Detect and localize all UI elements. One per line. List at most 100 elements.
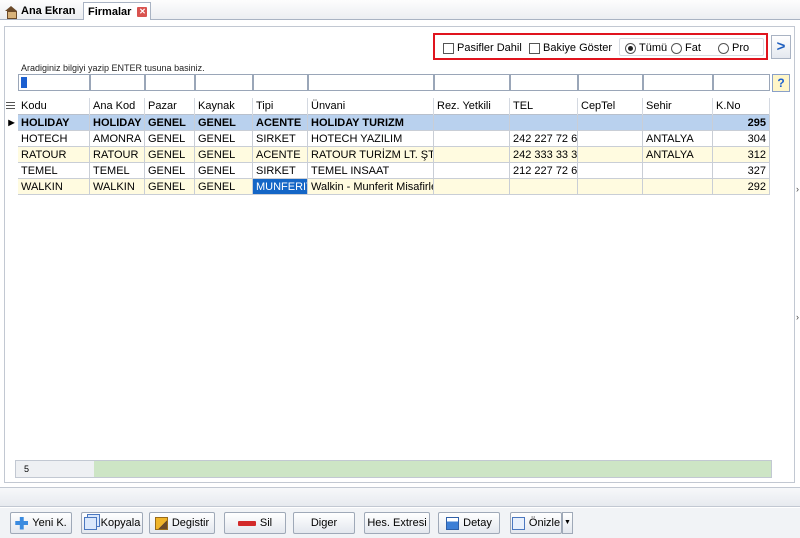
table-cell[interactable]: AMONRA — [90, 131, 145, 147]
kopyala-button[interactable]: Kopyala — [81, 512, 143, 534]
table-cell[interactable]: Walkin - Munferit Misafirler — [308, 179, 434, 195]
table-cell[interactable] — [643, 115, 713, 131]
detay-button[interactable]: Detay — [438, 512, 500, 534]
table-row[interactable]: TEMEL TEMEL GENEL GENEL SIRKET TEMEL INSAAT 21… — [18, 163, 770, 179]
table-cell[interactable] — [434, 179, 510, 195]
filter-input-pazar[interactable] — [145, 74, 195, 91]
table-cell[interactable]: MUNFERIT — [253, 179, 308, 195]
table-cell[interactable]: RATOUR TURİZM LT. ŞTİ — [308, 147, 434, 163]
column-header[interactable]: Pazar — [145, 98, 195, 115]
table-cell[interactable]: 304 — [713, 131, 770, 147]
table-cell[interactable]: GENEL — [195, 147, 253, 163]
column-header[interactable]: Kaynak — [195, 98, 253, 115]
önizle-button[interactable]: Önizle — [510, 512, 562, 534]
table-cell[interactable]: ANTALYA — [643, 147, 713, 163]
filter-input-ünvani[interactable] — [308, 74, 434, 91]
column-header[interactable]: Ana Kod — [90, 98, 145, 115]
table-cell[interactable]: RATOUR — [18, 147, 90, 163]
filter-input-kodu[interactable] — [18, 74, 90, 91]
table-cell[interactable]: SIRKET — [253, 163, 308, 179]
table-cell[interactable]: GENEL — [145, 115, 195, 131]
table-cell[interactable]: TEMEL — [18, 163, 90, 179]
next-button[interactable]: > — [771, 35, 791, 59]
diger-button[interactable]: Diger — [293, 512, 355, 534]
table-cell[interactable]: ANTALYA — [643, 131, 713, 147]
table-cell[interactable] — [434, 147, 510, 163]
table-cell[interactable]: ACENTE — [253, 147, 308, 163]
table-cell[interactable]: TEMEL — [90, 163, 145, 179]
filter-input-kaynak[interactable] — [195, 74, 253, 91]
table-cell[interactable] — [510, 179, 578, 195]
filter-input-ana-kod[interactable] — [90, 74, 145, 91]
table-cell[interactable] — [510, 115, 578, 131]
tab-ana-ekran[interactable]: Ana Ekran — [2, 2, 82, 20]
table-row[interactable]: RATOUR RATOUR GENEL GENEL ACENTE RATOUR TURİZ… — [18, 147, 770, 163]
table-cell[interactable]: 242 227 72 62 — [510, 131, 578, 147]
table-cell[interactable] — [578, 179, 643, 195]
table-cell[interactable]: GENEL — [145, 147, 195, 163]
table-cell[interactable]: 212 227 72 62 — [510, 163, 578, 179]
table-cell[interactable]: GENEL — [195, 115, 253, 131]
radio-pro[interactable]: Pro — [718, 41, 749, 55]
table-cell[interactable]: SIRKET — [253, 131, 308, 147]
bakiye-goster-checkbox[interactable]: Bakiye Göster — [529, 41, 612, 55]
table-cell[interactable]: HOTECH YAZILIM — [308, 131, 434, 147]
table-cell[interactable]: HOLIDAY — [90, 115, 145, 131]
hes-extresi-button[interactable]: Hes. Extresi — [364, 512, 430, 534]
table-cell[interactable]: WALKIN — [90, 179, 145, 195]
degistir-button[interactable]: Degistir — [149, 512, 215, 534]
close-icon[interactable]: ✕ — [137, 6, 148, 17]
table-cell[interactable]: HOTECH — [18, 131, 90, 147]
table-row[interactable]: HOTECH AMONRA GENEL GENEL SIRKET HOTECH YAZIL… — [18, 131, 770, 147]
filter-input-tipi[interactable] — [253, 74, 308, 91]
radio-tumu[interactable]: Tümü — [625, 41, 667, 55]
table-cell[interactable]: 327 — [713, 163, 770, 179]
splitter-arrow-icon[interactable]: › — [796, 184, 799, 194]
table-cell[interactable]: HOLIDAY — [18, 115, 90, 131]
table-cell[interactable]: ACENTE — [253, 115, 308, 131]
table-row[interactable]: WALKIN WALKIN GENEL GENEL MUNFERIT Walkin - M… — [18, 179, 770, 195]
filter-input-ceptel[interactable] — [578, 74, 643, 91]
column-header[interactable]: Ünvani — [308, 98, 434, 115]
table-cell[interactable]: TEMEL INSAAT — [308, 163, 434, 179]
splitter-arrow-icon[interactable]: › — [796, 312, 799, 322]
table-row[interactable]: ▶ HOLIDAY HOLIDAY GENEL GENEL ACENTE HOLIDAY T… — [8, 115, 770, 131]
table-cell[interactable]: GENEL — [145, 179, 195, 195]
table-cell[interactable] — [643, 163, 713, 179]
table-cell[interactable]: GENEL — [195, 163, 253, 179]
column-header[interactable]: Rez. Yetkili — [434, 98, 510, 115]
table-cell[interactable]: RATOUR — [90, 147, 145, 163]
table-cell[interactable]: HOLIDAY TURIZM — [308, 115, 434, 131]
yeni-k-button[interactable]: Yeni K. — [10, 512, 72, 534]
table-cell[interactable]: GENEL — [145, 131, 195, 147]
table-cell[interactable]: 242 333 33 33 — [510, 147, 578, 163]
column-header[interactable]: Tipi — [253, 98, 308, 115]
table-cell[interactable]: 292 — [713, 179, 770, 195]
filter-input-rez-yetkili[interactable] — [434, 74, 510, 91]
table-cell[interactable] — [578, 131, 643, 147]
sil-button[interactable]: Sil — [224, 512, 286, 534]
chevron-down-icon[interactable]: ▼ — [562, 512, 573, 534]
table-cell[interactable] — [578, 147, 643, 163]
filter-input-sehir[interactable] — [643, 74, 713, 91]
table-cell[interactable]: WALKIN — [18, 179, 90, 195]
column-header[interactable]: TEL — [510, 98, 578, 115]
radio-fat[interactable]: Fat — [671, 41, 701, 55]
table-cell[interactable] — [434, 115, 510, 131]
column-header[interactable]: K.No — [713, 98, 770, 115]
column-header[interactable]: CepTel — [578, 98, 643, 115]
tab-firmalar[interactable]: Firmalar ✕ — [83, 2, 151, 20]
table-cell[interactable]: 295 — [713, 115, 770, 131]
pasifler-dahil-checkbox[interactable]: Pasifler Dahil — [443, 41, 522, 55]
filter-input-tel[interactable] — [510, 74, 578, 91]
column-header[interactable]: Kodu — [18, 98, 90, 115]
column-chooser-icon[interactable] — [6, 102, 15, 111]
table-cell[interactable] — [434, 131, 510, 147]
table-cell[interactable]: GENEL — [145, 163, 195, 179]
table-cell[interactable]: 312 — [713, 147, 770, 163]
table-cell[interactable] — [434, 163, 510, 179]
table-cell[interactable]: GENEL — [195, 179, 253, 195]
table-cell[interactable] — [578, 115, 643, 131]
filter-input-k-no[interactable] — [713, 74, 770, 91]
table-cell[interactable] — [578, 163, 643, 179]
